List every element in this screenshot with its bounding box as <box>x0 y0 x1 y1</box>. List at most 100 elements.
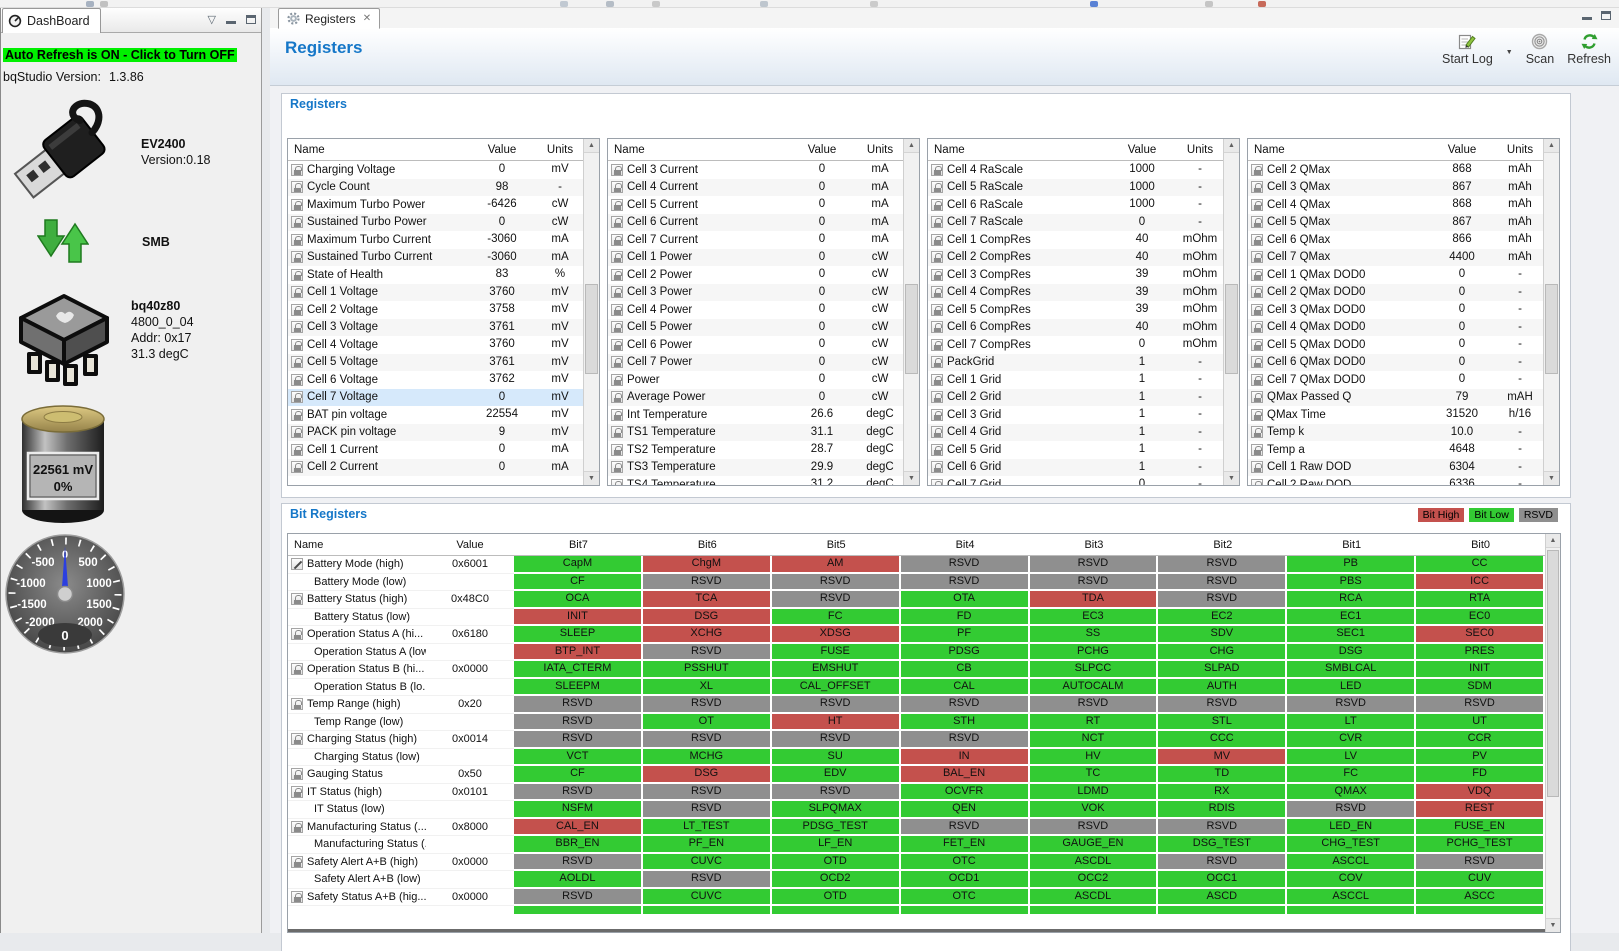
register-row[interactable]: Int Temperature 26.6 degC <box>608 406 919 424</box>
bit-register-row[interactable]: Temp Range (low) RSVD OT HT STH RT STL LT UT <box>288 713 1545 731</box>
register-row[interactable]: Cell 5 Grid 1 - <box>928 441 1239 459</box>
register-row[interactable]: Cell 1 QMax DOD0 0 - <box>1248 266 1559 284</box>
register-row[interactable]: Cell 6 QMax 866 mAh <box>1248 231 1559 249</box>
bit-register-row[interactable]: Operation Status A (low) BTP_INT RSVD FUSE P… <box>288 643 1545 661</box>
register-row[interactable]: Cell 4 Power 0 cW <box>608 301 919 319</box>
scroll-up-arrow[interactable]: ▲ <box>584 139 599 153</box>
register-row[interactable]: Cell 7 RaScale 0 - <box>928 213 1239 231</box>
scroll-up-arrow[interactable]: ▲ <box>1224 139 1239 153</box>
scroll-thumb[interactable] <box>905 284 918 375</box>
register-row[interactable]: TS2 Temperature 28.7 degC <box>608 441 919 459</box>
maximize-icon[interactable] <box>246 15 256 24</box>
register-row[interactable]: Cell 1 Raw DOD 6304 - <box>1248 458 1559 476</box>
view-menu-icon[interactable]: ▽ <box>208 13 216 26</box>
register-row[interactable]: State of Health 83% <box>288 266 599 284</box>
register-row[interactable]: Cell 1 Grid 1 - <box>928 371 1239 389</box>
bit-register-row[interactable] <box>288 906 1545 914</box>
start-log-button[interactable]: Start Log <box>1442 33 1493 66</box>
register-row[interactable]: BAT pin voltage 22554 mV <box>288 406 599 424</box>
register-row[interactable]: Cell 5 QMax 867 mAh <box>1248 213 1559 231</box>
register-row[interactable]: Cell 6 CompRes 40 mOhm <box>928 318 1239 336</box>
register-row[interactable]: PackGrid 1 - <box>928 353 1239 371</box>
register-row[interactable]: Cell 5 CompRes 39 mOhm <box>928 301 1239 319</box>
register-row[interactable]: Cell 2 Raw DOD 6336 - <box>1248 476 1559 485</box>
register-row[interactable]: Maximum Turbo Current -3060 mA <box>288 231 599 249</box>
register-row[interactable]: Cell 4 Voltage 3760 mV <box>288 336 599 354</box>
register-row[interactable]: Cell 2 Voltage 3758 mV <box>288 301 599 319</box>
register-row[interactable]: Cell 1 Voltage 3760 mV <box>288 283 599 301</box>
register-row[interactable]: Cell 3 Grid 1 - <box>928 406 1239 424</box>
tab-registers[interactable]: Registers ✕ <box>278 8 381 29</box>
register-row[interactable]: Cycle Count 98 - <box>288 178 599 196</box>
minimize-icon[interactable] <box>1582 11 1592 20</box>
register-row[interactable]: Cell 5 Current 0 mA <box>608 196 919 214</box>
bit-register-row[interactable]: Temp Range (high) 0x20 RSVD RSVD RSVD RSVD RSV… <box>288 696 1545 714</box>
scrollbar[interactable]: ▲ ▼ <box>1545 534 1560 932</box>
register-row[interactable]: TS4 Temperature 31.2 degC <box>608 476 919 485</box>
register-row[interactable]: Cell 2 Grid 1 - <box>928 388 1239 406</box>
bit-register-row[interactable]: Manufacturing Status (... BBR_EN PF_EN LF_E… <box>288 836 1545 854</box>
scroll-up-arrow[interactable]: ▲ <box>904 139 919 153</box>
register-row[interactable]: QMax Passed Q 79 mAH <box>1248 388 1559 406</box>
bit-register-row[interactable]: Manufacturing Status (... 0x8000 CAL_EN LT_… <box>288 818 1545 836</box>
register-row[interactable]: Cell 2 CompRes 40 mOhm <box>928 248 1239 266</box>
scrollbar[interactable]: ▲ ▼ <box>903 139 919 485</box>
register-row[interactable]: Cell 4 QMax DOD0 0 - <box>1248 318 1559 336</box>
register-row[interactable]: Cell 7 CompRes 0 mOhm <box>928 336 1239 354</box>
register-row[interactable]: PACK pin voltage 9 mV <box>288 423 599 441</box>
register-row[interactable]: Cell 2 Power 0 cW <box>608 266 919 284</box>
register-row[interactable]: Charging Voltage 0 mV <box>288 161 599 179</box>
scroll-down-arrow[interactable]: ▼ <box>1544 471 1559 485</box>
scroll-up-arrow[interactable]: ▲ <box>1546 534 1560 548</box>
register-row[interactable]: Cell 6 Grid 1 - <box>928 458 1239 476</box>
register-row[interactable]: Cell 7 Current 0 mA <box>608 231 919 249</box>
close-icon[interactable]: ✕ <box>363 13 371 24</box>
register-row[interactable]: Cell 7 Voltage 0 mV <box>288 388 599 406</box>
tab-dashboard[interactable]: DashBoard <box>2 8 101 33</box>
bit-register-row[interactable]: IT Status (high) 0x0101 RSVD RSVD RSVD OCVFR L… <box>288 783 1545 801</box>
scroll-down-arrow[interactable]: ▼ <box>904 471 919 485</box>
bit-register-row[interactable]: Charging Status (high) 0x0014 RSVD RSVD RSVD… <box>288 731 1545 749</box>
register-row[interactable]: Cell 5 Voltage 3761 mV <box>288 353 599 371</box>
bit-register-row[interactable]: Battery Status (high) 0x48C0 OCA TCA RSVD OTA… <box>288 591 1545 609</box>
register-row[interactable]: Cell 4 Grid 1 - <box>928 423 1239 441</box>
register-row[interactable]: Cell 7 QMax DOD0 0 - <box>1248 371 1559 389</box>
restore-icon[interactable] <box>1601 11 1611 20</box>
register-row[interactable]: Cell 1 CompRes 40 mOhm <box>928 231 1239 249</box>
register-row[interactable]: Cell 6 Voltage 3762 mV <box>288 371 599 389</box>
bit-register-row[interactable]: Safety Alert A+B (low) AOLDL RSVD OCD2 OCD1 O… <box>288 871 1545 889</box>
register-row[interactable]: Cell 7 Grid 0 - <box>928 476 1239 485</box>
register-row[interactable]: Cell 6 Current 0 mA <box>608 213 919 231</box>
auto-refresh-banner[interactable]: Auto Refresh is ON - Click to Turn OFF <box>3 48 237 62</box>
register-row[interactable]: Cell 5 Power 0 cW <box>608 318 919 336</box>
register-row[interactable]: Sustained Turbo Power 0 cW <box>288 213 599 231</box>
bit-register-row[interactable]: Charging Status (low) VCT MCHG SU IN HV MV LV PV <box>288 748 1545 766</box>
scroll-up-arrow[interactable]: ▲ <box>1544 139 1559 153</box>
register-row[interactable]: Cell 6 RaScale 1000 - <box>928 196 1239 214</box>
bit-register-row[interactable]: Safety Status A+B (hig... 0x0000 RSVD CUVC O… <box>288 888 1545 906</box>
register-row[interactable]: Cell 4 RaScale 1000 - <box>928 161 1239 179</box>
register-row[interactable]: Cell 3 QMax DOD0 0 - <box>1248 301 1559 319</box>
scrollbar[interactable]: ▲ ▼ <box>1543 139 1559 485</box>
bit-register-row[interactable]: Battery Mode (high) 0x6001 CapM ChgM AM RSVD R… <box>288 556 1545 574</box>
register-row[interactable]: Sustained Turbo Current -3060 mA <box>288 248 599 266</box>
register-row[interactable]: Cell 5 QMax DOD0 0 - <box>1248 336 1559 354</box>
register-row[interactable]: Cell 2 QMax DOD0 0 - <box>1248 283 1559 301</box>
bit-register-row[interactable]: Battery Mode (low) CF RSVD RSVD RSVD RSVD RSVD… <box>288 573 1545 591</box>
scrollbar[interactable]: ▲ ▼ <box>583 139 599 485</box>
register-row[interactable]: Average Power 0 cW <box>608 388 919 406</box>
scan-button[interactable]: Scan <box>1526 33 1554 66</box>
minimize-icon[interactable] <box>226 15 236 24</box>
register-row[interactable]: Cell 6 QMax DOD0 0 - <box>1248 353 1559 371</box>
register-row[interactable]: Cell 2 QMax 868 mAh <box>1248 161 1559 179</box>
register-row[interactable]: Cell 4 QMax 868 mAh <box>1248 196 1559 214</box>
bit-register-row[interactable]: Operation Status B (hi... 0x0000 IATA_CTER… <box>288 661 1545 679</box>
start-log-dropdown-caret[interactable]: ▼ <box>1506 49 1513 56</box>
register-row[interactable]: Cell 3 Current 0 mA <box>608 161 919 179</box>
scroll-thumb[interactable] <box>585 284 598 375</box>
scroll-down-arrow[interactable]: ▼ <box>1224 471 1239 485</box>
scroll-thumb[interactable] <box>1545 284 1558 375</box>
scroll-down-arrow[interactable]: ▼ <box>584 471 599 485</box>
register-row[interactable]: Cell 3 QMax 867 mAh <box>1248 178 1559 196</box>
register-row[interactable]: Cell 1 Power 0 cW <box>608 248 919 266</box>
